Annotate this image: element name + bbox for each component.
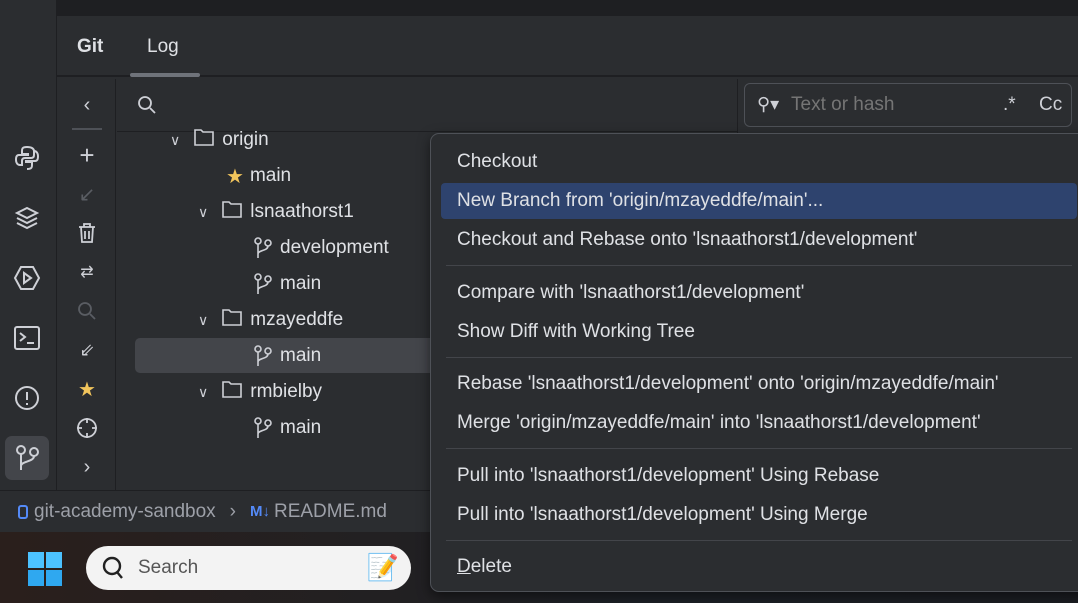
menu-item-rebase[interactable]: Rebase 'lsnaathorst1/development' onto '… [441,366,1077,402]
breadcrumb-separator-icon: › [229,500,236,522]
tree-branch[interactable]: main [254,410,321,446]
expand-chevron-right-icon[interactable]: › [75,455,99,479]
tab-log[interactable]: Log [147,36,179,58]
search-options-icon[interactable]: ⚲▾ [757,94,779,115]
folder-icon [222,200,250,224]
tree-branch[interactable]: main [254,338,321,374]
menu-item-pull[interactable]: Pull into 'lsnaathorst1/development' Usi… [441,497,1077,533]
tree-folder[interactable]: ∨ origin [170,122,269,158]
tool-window-header: Git Log [57,16,1078,77]
tree-item-label: mzayeddfe [250,309,344,330]
breadcrumb-file[interactable]: README.md [274,501,387,523]
problems-icon[interactable] [10,383,44,413]
tree-item-label: lsnaathorst1 [250,201,354,222]
services-run-icon[interactable] [10,263,44,293]
menu-item-checkout[interactable]: Checkout and Rebase onto 'lsnaathorst1/d… [441,222,1077,258]
folder-icon [222,380,250,404]
menu-item-delete[interactable]: Delete [441,549,1077,585]
chevron-down-icon[interactable]: ∨ [198,312,208,329]
git-tool-window-icon[interactable] [5,436,49,480]
star-icon: ★ [226,165,244,188]
regex-toggle[interactable]: .* [1003,94,1016,116]
chevron-down-icon[interactable]: ∨ [198,384,208,401]
folder-icon [222,308,250,332]
active-tab-indicator [130,73,200,77]
tree-item-label: main [249,165,292,186]
search-icon[interactable] [75,299,99,323]
windows-start-icon[interactable] [28,552,62,586]
title-bar [57,0,1078,16]
tool-window-strip [0,0,57,532]
chevron-down-icon[interactable]: ∨ [198,204,208,221]
divider [72,128,102,130]
branch-icon [254,345,280,367]
update-arrow-icon[interactable]: ↙ [75,182,99,206]
layers-icon[interactable] [10,203,44,233]
branch-icon [254,417,280,439]
markdown-file-icon: M↓ [249,503,270,520]
tree-branch[interactable]: main [254,266,321,302]
search-icon [102,556,123,579]
menu-item-show[interactable]: Show Diff with Working Tree [441,314,1077,350]
taskbar-search-label: Search [138,557,199,578]
taskbar-search[interactable]: Search 📝 [86,546,411,590]
delete-trash-icon[interactable] [75,221,99,245]
menu-item-new[interactable]: New Branch from 'origin/mzayeddfe/main'.… [441,183,1077,219]
menu-item-compare[interactable]: Compare with 'lsnaathorst1/development' [441,275,1077,311]
menu-item-merge[interactable]: Merge 'origin/mzayeddfe/main' into 'lsna… [441,405,1077,441]
branches-toolbar: ‹ + ↙ ⇄ ⇙ ★ › [58,79,116,490]
python-console-icon[interactable] [10,143,44,173]
favorite-star-icon[interactable]: ★ [75,377,99,401]
menu-separator [446,448,1072,449]
tree-item-label: main [280,273,322,294]
terminal-icon[interactable] [10,323,44,353]
match-case-toggle[interactable]: Cc [1039,94,1062,116]
log-search-input[interactable] [791,92,991,118]
fetch-arrow-icon[interactable]: ⇙ [75,338,99,362]
tree-item-label: development [280,237,389,258]
search-highlight-illustration-icon: 📝 [366,552,399,582]
branch-context-menu: Checkout New Branch from 'origin/mzayeddf… [430,133,1078,592]
folder-icon [194,128,222,152]
branch-search-icon[interactable] [135,93,159,117]
menu-item-pull[interactable]: Pull into 'lsnaathorst1/development' Usi… [441,458,1077,494]
tree-folder[interactable]: ∨ mzayeddfe [198,302,343,338]
menu-separator [446,540,1072,541]
compare-arrows-icon[interactable]: ⇄ [75,260,99,284]
tab-git[interactable]: Git [77,36,103,58]
collapse-chevron-left-icon[interactable]: ‹ [75,93,99,117]
tree-item-label: main [280,417,322,438]
breadcrumb-project[interactable]: git-academy-sandbox [34,501,216,523]
tree-folder[interactable]: ∨ lsnaathorst1 [198,194,354,230]
tree-item-label: origin [222,129,269,150]
add-icon[interactable]: + [75,140,99,170]
branch-icon [254,273,280,295]
log-search-field[interactable]: ⚲▾ .* Cc [744,83,1072,127]
menu-separator [446,357,1072,358]
module-icon [18,504,28,519]
tree-branch[interactable]: ★ main [226,158,291,194]
locate-crosshair-icon[interactable] [75,416,99,440]
tree-item-label: rmbielby [250,381,323,402]
chevron-down-icon[interactable]: ∨ [170,132,180,149]
menu-item-checkout[interactable]: Checkout [441,144,1077,180]
tree-folder[interactable]: ∨ rmbielby [198,374,322,410]
tree-branch[interactable]: development [254,230,389,266]
menu-separator [446,265,1072,266]
tree-item-label: main [280,345,322,366]
branch-icon [254,237,280,259]
